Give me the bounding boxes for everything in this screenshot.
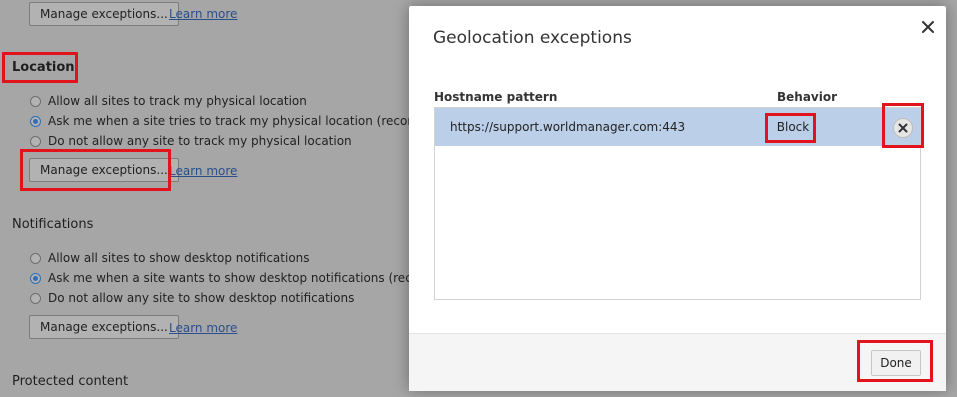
location-option-allow-label: Allow all sites to track my physical loc… <box>48 94 307 108</box>
radio-icon[interactable] <box>30 95 41 107</box>
top-manage-exceptions-button[interactable]: Manage exceptions... <box>29 2 179 26</box>
location-option-allow[interactable]: Allow all sites to track my physical loc… <box>30 94 307 108</box>
remove-exception-icon[interactable] <box>893 118 913 138</box>
dialog-footer: Done <box>409 333 946 391</box>
protected-content-section-title: Protected content <box>12 374 129 389</box>
notifications-section-title: Notifications <box>12 217 94 232</box>
notifications-option-block[interactable]: Do not allow any site to show desktop no… <box>30 291 354 305</box>
geolocation-exceptions-dialog: Geolocation exceptions Hostname pattern … <box>409 6 946 391</box>
exception-behavior-select[interactable]: Block <box>772 117 814 137</box>
location-option-block-label: Do not allow any site to track my physic… <box>48 134 352 148</box>
exceptions-list: https://support.worldmanager.com:443 Blo… <box>434 107 921 300</box>
location-option-block[interactable]: Do not allow any site to track my physic… <box>30 134 352 148</box>
radio-icon[interactable] <box>30 292 41 304</box>
radio-icon[interactable] <box>30 252 41 264</box>
notifications-option-block-label: Do not allow any site to show desktop no… <box>48 291 355 305</box>
radio-checked-icon[interactable] <box>30 115 41 127</box>
location-learn-more-link[interactable]: Learn more <box>169 164 237 178</box>
notifications-learn-more-link[interactable]: Learn more <box>169 321 237 335</box>
radio-icon[interactable] <box>30 135 41 147</box>
exception-hostname: https://support.worldmanager.com:443 <box>450 120 686 134</box>
notifications-option-allow[interactable]: Allow all sites to show desktop notifica… <box>30 251 310 265</box>
location-manage-exceptions-button[interactable]: Manage exceptions... <box>29 158 179 182</box>
hostname-column-header: Hostname pattern <box>434 90 558 104</box>
close-icon[interactable] <box>920 19 936 35</box>
top-learn-more-link[interactable]: Learn more <box>169 7 237 21</box>
behavior-column-header: Behavior <box>777 90 838 104</box>
exception-row[interactable]: https://support.worldmanager.com:443 Blo… <box>435 108 920 146</box>
notifications-option-allow-label: Allow all sites to show desktop notifica… <box>48 251 310 265</box>
location-option-ask[interactable]: Ask me when a site tries to track my phy… <box>30 114 473 128</box>
location-section-title: Location <box>12 60 75 75</box>
dialog-title: Geolocation exceptions <box>433 28 632 48</box>
done-button[interactable]: Done <box>871 350 921 376</box>
radio-checked-icon[interactable] <box>30 272 41 284</box>
notifications-manage-exceptions-button[interactable]: Manage exceptions... <box>29 315 179 339</box>
